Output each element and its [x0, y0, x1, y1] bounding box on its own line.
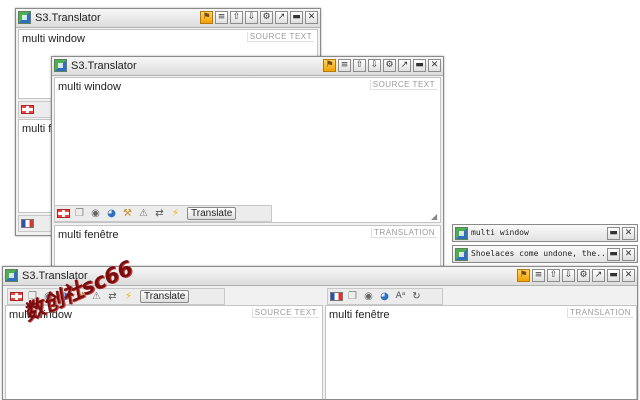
close-icon[interactable]: ✕ [305, 11, 318, 24]
translation-label: TRANSLATION [567, 308, 633, 318]
upload-icon[interactable]: ⇧ [547, 269, 560, 282]
globe-icon[interactable]: ◕ [378, 290, 391, 303]
translate-button[interactable]: Translate [187, 207, 237, 220]
window-title: S3.Translator [35, 12, 101, 24]
close-icon[interactable]: ✕ [622, 269, 635, 282]
download-icon[interactable]: ⇩ [562, 269, 575, 282]
refresh-icon[interactable]: ↻ [410, 290, 423, 303]
app-icon [54, 59, 67, 72]
download-icon[interactable]: ⇩ [245, 11, 258, 24]
title-buttons: ⚑ ≡ ⇧ ⇩ ⚙ ↗ ▬ ✕ [517, 269, 635, 282]
translator-window-mid[interactable]: S3.Translator ⚑ ≡ ⇧ ⇩ ⚙ ↗ ▬ ✕ multi wind… [51, 56, 444, 270]
flag-fr-icon[interactable] [330, 290, 343, 303]
title-buttons: ▬ ✕ [607, 227, 635, 240]
flag-fr-icon[interactable] [21, 217, 34, 230]
source-text[interactable]: multi window [22, 33, 85, 45]
popout-icon[interactable]: ↗ [398, 59, 411, 72]
translation-text[interactable]: multi fenêtre [58, 229, 119, 241]
gear-icon[interactable]: ⚙ [383, 59, 396, 72]
translation-text[interactable]: multi fenêtre [329, 309, 390, 321]
auto-translate-icon[interactable]: ⚡ [122, 290, 135, 303]
source-label: SOURCE TEXT [369, 80, 437, 90]
list-icon[interactable]: ≡ [215, 11, 228, 24]
translation-label: TRANSLATION [371, 228, 437, 238]
pin-icon[interactable]: ⚑ [200, 11, 213, 24]
upload-icon[interactable]: ⇧ [353, 59, 366, 72]
translation-toolbar: ❐ ◉ ◕ Aᵃ ↻ [327, 288, 443, 305]
source-pane[interactable]: multi window SOURCE TEXT ◢ [54, 77, 441, 223]
source-text[interactable]: multi window [58, 81, 121, 93]
app-icon [455, 248, 468, 261]
copy-icon[interactable]: ❐ [346, 290, 359, 303]
sound-icon[interactable]: ◉ [362, 290, 375, 303]
resize-grip-icon[interactable]: ◢ [431, 213, 439, 221]
warning-icon[interactable]: ⚠ [137, 207, 150, 220]
minimize-icon[interactable]: ▬ [607, 269, 620, 282]
source-toolbar: ❐ ◉ ◕ ⚒ ⚠ ⇄ ⚡ Translate [54, 205, 272, 222]
mini-window-text[interactable]: Shoelaces come undone, the... [471, 249, 606, 258]
globe-icon[interactable]: ◕ [105, 207, 118, 220]
close-icon[interactable]: ✕ [622, 227, 635, 240]
pin-icon[interactable]: ⚑ [517, 269, 530, 282]
flag-en-icon[interactable] [21, 103, 34, 116]
mini-window-text[interactable]: multi window [471, 228, 606, 237]
app-icon [5, 269, 18, 282]
gear-icon[interactable]: ⚙ [577, 269, 590, 282]
auto-translate-icon[interactable]: ⚡ [169, 207, 182, 220]
window-title: S3.Translator [71, 60, 137, 72]
mini-window[interactable]: Shoelaces come undone, the... ▬ ✕ [452, 245, 638, 263]
download-icon[interactable]: ⇩ [368, 59, 381, 72]
title-bar[interactable]: S3.Translator ⚑ ≡ ⇧ ⇩ ⚙ ↗ ▬ ✕ [52, 57, 443, 76]
popout-icon[interactable]: ↗ [592, 269, 605, 282]
translation-pane[interactable]: multi fenêtre TRANSLATION [325, 305, 637, 399]
close-icon[interactable]: ✕ [622, 248, 635, 261]
minimize-icon[interactable]: ▬ [607, 248, 620, 261]
flag-en-icon[interactable] [57, 207, 70, 220]
close-icon[interactable]: ✕ [428, 59, 441, 72]
app-icon [18, 11, 31, 24]
gear-icon[interactable]: ⚙ [260, 11, 273, 24]
minimize-icon[interactable]: ▬ [607, 227, 620, 240]
minimize-icon[interactable]: ▬ [413, 59, 426, 72]
mini-window[interactable]: multi window ▬ ✕ [452, 224, 638, 242]
pin-icon[interactable]: ⚑ [323, 59, 336, 72]
translate-button[interactable]: Translate [140, 290, 190, 303]
upload-icon[interactable]: ⇧ [230, 11, 243, 24]
source-label: SOURCE TEXT [246, 32, 314, 42]
popout-icon[interactable]: ↗ [275, 11, 288, 24]
swap-languages-icon[interactable]: ⇄ [153, 207, 166, 220]
sound-icon[interactable]: ◉ [89, 207, 102, 220]
list-icon[interactable]: ≡ [532, 269, 545, 282]
minimize-icon[interactable]: ▬ [290, 11, 303, 24]
title-buttons: ⚑ ≡ ⇧ ⇩ ⚙ ↗ ▬ ✕ [323, 59, 441, 72]
copy-icon[interactable]: ❐ [73, 207, 86, 220]
clear-icon[interactable]: ⚒ [121, 207, 134, 220]
font-size-icon[interactable]: Aᵃ [394, 290, 407, 303]
title-buttons: ⚑ ≡ ⇧ ⇩ ⚙ ↗ ▬ ✕ [200, 11, 318, 24]
title-buttons: ▬ ✕ [607, 248, 635, 261]
title-bar[interactable]: S3.Translator ⚑ ≡ ⇧ ⇩ ⚙ ↗ ▬ ✕ [16, 9, 320, 28]
source-label: SOURCE TEXT [251, 308, 319, 318]
app-icon [455, 227, 468, 240]
list-icon[interactable]: ≡ [338, 59, 351, 72]
source-pane[interactable]: multi window SOURCE TEXT [5, 305, 323, 399]
